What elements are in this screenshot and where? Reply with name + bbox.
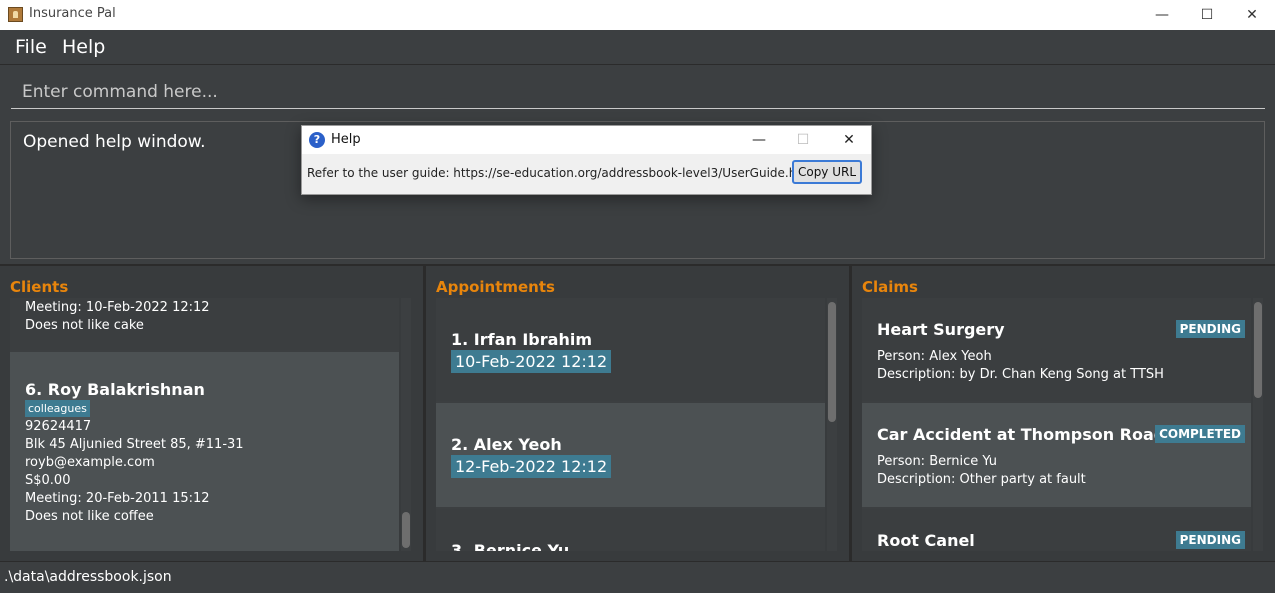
claim-description: Description: Other party at fault	[877, 472, 1086, 487]
question-icon: ?	[309, 132, 325, 148]
copy-url-button[interactable]: Copy URL	[792, 160, 862, 184]
appointments-title: Appointments	[436, 278, 555, 296]
claim-title: Heart Surgery	[877, 320, 1005, 339]
clients-scroll-thumb[interactable]	[402, 512, 410, 548]
app-icon	[8, 7, 23, 22]
appointments-scrollbar[interactable]	[827, 298, 837, 551]
help-title: Help	[331, 132, 361, 147]
appointments-scroll-thumb[interactable]	[828, 302, 836, 422]
clients-scrollbar[interactable]	[401, 298, 411, 551]
client-meeting: Meeting: 10-Feb-2022 12:12	[25, 300, 210, 315]
window-title: Insurance Pal	[29, 6, 116, 21]
claims-panel: Claims Heart Surgery PENDING Person: Ale…	[852, 266, 1275, 561]
appointment-name: 2. Alex Yeoh	[451, 435, 562, 454]
client-card-selected[interactable]: 6. Roy Balakrishnan colleagues 92624417 …	[10, 352, 399, 551]
close-button[interactable]: ✕	[1229, 0, 1275, 30]
help-dialog: ? Help — ☐ ✕ Refer to the user guide: ht…	[301, 125, 872, 195]
client-meeting: Meeting: 20-Feb-2011 15:12	[25, 491, 210, 506]
help-maximize-button: ☐	[796, 132, 810, 148]
claim-description: Description: by Dr. Chan Keng Song at TT…	[877, 367, 1164, 382]
claim-status-badge: PENDING	[1175, 531, 1245, 549]
clients-title: Clients	[10, 278, 69, 296]
claim-card[interactable]: Heart Surgery PENDING Person: Alex Yeoh …	[862, 298, 1251, 401]
menu-help[interactable]: Help	[62, 36, 105, 58]
client-remark: Does not like cake	[25, 318, 144, 333]
appointment-card[interactable]: 1. Irfan Ibrahim 10-Feb-2022 12:12	[436, 298, 825, 401]
help-body: Refer to the user guide: https://se-educ…	[302, 154, 871, 194]
help-message: Refer to the user guide: https://se-educ…	[307, 166, 817, 180]
claims-scroll-thumb[interactable]	[1254, 302, 1262, 398]
client-name: 6. Roy Balakrishnan	[25, 380, 205, 399]
client-card-partial[interactable]: Meeting: 10-Feb-2022 12:12 Does not like…	[10, 298, 399, 350]
maximize-button[interactable]: ☐	[1184, 0, 1230, 30]
claim-card[interactable]: Car Accident at Thompson Road COMPLETED …	[862, 403, 1251, 507]
claim-title: Car Accident at Thompson Road	[877, 425, 1166, 444]
menu-file[interactable]: File	[15, 36, 47, 58]
clients-panel: Clients Meeting: 10-Feb-2022 12:12 Does …	[0, 266, 423, 561]
client-remark: Does not like coffee	[25, 509, 154, 524]
appointment-name: 1. Irfan Ibrahim	[451, 330, 592, 349]
command-area	[0, 65, 1275, 117]
claim-card[interactable]: Root Canel PENDING	[862, 509, 1251, 551]
client-amount: S$0.00	[25, 473, 71, 488]
claim-title: Root Canel	[877, 531, 975, 550]
panels-container: Clients Meeting: 10-Feb-2022 12:12 Does …	[0, 264, 1275, 561]
appointments-panel: Appointments 1. Irfan Ibrahim 10-Feb-202…	[426, 266, 849, 561]
menu-bar: File Help	[0, 30, 1275, 65]
help-titlebar: ? Help — ☐ ✕	[302, 126, 871, 154]
client-phone: 92624417	[25, 419, 92, 434]
window-titlebar: Insurance Pal — ☐ ✕	[0, 0, 1275, 30]
claim-status-badge: COMPLETED	[1155, 425, 1245, 443]
appointments-list[interactable]: 1. Irfan Ibrahim 10-Feb-2022 12:12 2. Al…	[436, 298, 825, 551]
appointment-date: 12-Feb-2022 12:12	[451, 455, 612, 478]
appointment-card[interactable]: 2. Alex Yeoh 12-Feb-2022 12:12	[436, 403, 825, 507]
claims-list[interactable]: Heart Surgery PENDING Person: Alex Yeoh …	[862, 298, 1251, 551]
clients-list[interactable]: Meeting: 10-Feb-2022 12:12 Does not like…	[10, 298, 399, 551]
minimize-button[interactable]: —	[1139, 0, 1185, 30]
result-text: Opened help window.	[23, 132, 206, 152]
appointment-date: 10-Feb-2022 12:12	[451, 350, 612, 373]
status-bar: .\data\addressbook.json	[0, 561, 1275, 593]
claims-title: Claims	[862, 278, 918, 296]
client-tag: colleagues	[25, 400, 90, 417]
help-minimize-button[interactable]: —	[737, 126, 781, 154]
command-input[interactable]	[11, 75, 1265, 109]
help-close-button[interactable]: ✕	[827, 126, 871, 154]
client-email: royb@example.com	[25, 455, 155, 470]
claims-scrollbar[interactable]	[1253, 298, 1263, 551]
data-file-path: .\data\addressbook.json	[4, 569, 172, 585]
appointment-name: 3. Bernice Yu	[451, 541, 570, 551]
appointment-card[interactable]: 3. Bernice Yu	[436, 509, 825, 551]
claim-person: Person: Bernice Yu	[877, 454, 998, 469]
claim-status-badge: PENDING	[1175, 320, 1245, 338]
claim-person: Person: Alex Yeoh	[877, 349, 992, 364]
client-address: Blk 45 Aljunied Street 85, #11-31	[25, 437, 244, 452]
